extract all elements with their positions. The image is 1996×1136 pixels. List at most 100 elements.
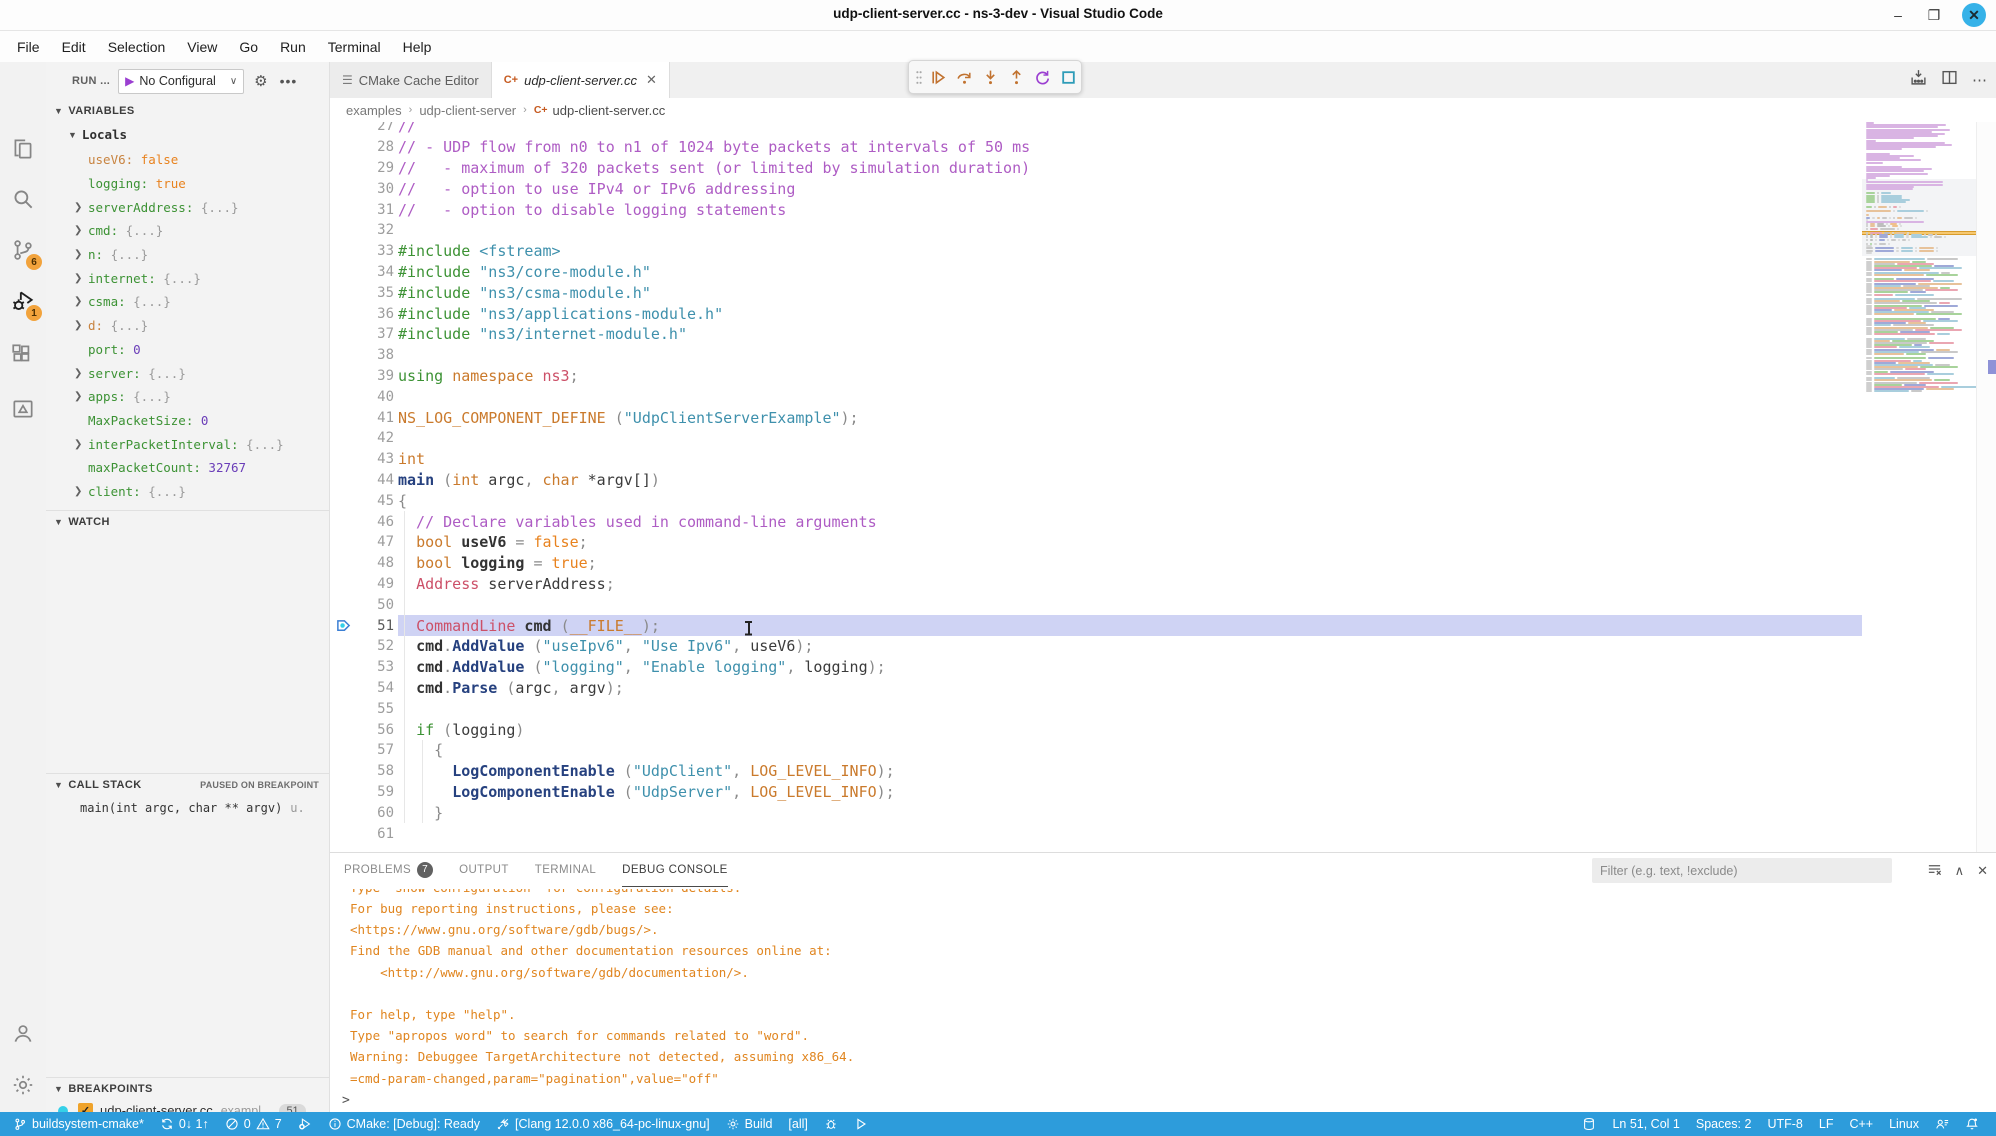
- code-line-27[interactable]: 27//: [330, 122, 1862, 137]
- variable-cmd[interactable]: ❯cmd: {...}: [46, 219, 329, 243]
- breadcrumb-udp-client-server[interactable]: udp-client-server: [419, 103, 516, 118]
- watch-section-header[interactable]: ▼ WATCH: [46, 510, 329, 533]
- code-line-41[interactable]: 41NS_LOG_COMPONENT_DEFINE ("UdpClientSer…: [330, 407, 1862, 428]
- code-line-43[interactable]: 43int: [330, 449, 1862, 470]
- debug-console-output[interactable]: Type "show configuration" for configurat…: [350, 889, 1976, 1089]
- breakpoint-gutter[interactable]: [330, 553, 356, 574]
- code-line-48[interactable]: 48 bool logging = true;: [330, 553, 1862, 574]
- stack-frame[interactable]: main(int argc, char ** argv) u.: [46, 797, 329, 819]
- start-debug-icon[interactable]: ▶: [125, 74, 134, 88]
- launch-config-dropdown[interactable]: ▶ No Configural ∨: [118, 69, 244, 94]
- statusbar-database-indicator[interactable]: [1575, 1112, 1603, 1136]
- expand-chevron-icon[interactable]: ❯: [74, 225, 88, 236]
- statusbar-build-target[interactable]: [all]: [781, 1112, 814, 1136]
- code-line-38[interactable]: 38: [330, 345, 1862, 366]
- breakpoint-gutter[interactable]: [330, 449, 356, 470]
- code-line-50[interactable]: 50: [330, 594, 1862, 615]
- statusbar-scm-status[interactable]: buildsystem-cmake*: [6, 1112, 151, 1136]
- panel-tab-terminal[interactable]: TERMINAL: [535, 853, 596, 887]
- statusbar-language-mode[interactable]: C++: [1842, 1112, 1880, 1136]
- expand-chevron-icon[interactable]: ❯: [74, 296, 88, 307]
- breakpoint-gutter[interactable]: [330, 719, 356, 740]
- install-tray-icon[interactable]: [1910, 69, 1927, 91]
- breakpoint-gutter[interactable]: [330, 761, 356, 782]
- breakpoint-gutter[interactable]: [330, 324, 356, 345]
- variable-interPacketInterval[interactable]: ❯interPacketInterval: {...}: [46, 432, 329, 456]
- statusbar-notifications[interactable]: [1958, 1112, 1986, 1136]
- menu-file[interactable]: File: [6, 35, 51, 59]
- variable-internet[interactable]: ❯internet: {...}: [46, 266, 329, 290]
- code-line-46[interactable]: 46 // Declare variables used in command-…: [330, 511, 1862, 532]
- menu-edit[interactable]: Edit: [51, 35, 97, 59]
- code-line-52[interactable]: 52 cmd.AddValue ("useIpv6", "Use Ipv6", …: [330, 636, 1862, 657]
- minimize-button[interactable]: –: [1886, 3, 1910, 27]
- step-over-button[interactable]: [953, 64, 977, 90]
- expand-chevron-icon[interactable]: ❯: [74, 273, 88, 284]
- code-line-34[interactable]: 34#include "ns3/core-module.h": [330, 262, 1862, 283]
- breakpoint-gutter[interactable]: [330, 407, 356, 428]
- activitybar-settings-gear[interactable]: [0, 1062, 46, 1108]
- expand-chevron-icon[interactable]: ❯: [74, 202, 88, 213]
- breakpoint-gutter[interactable]: [330, 262, 356, 283]
- code-line-58[interactable]: 58 LogComponentEnable ("UdpClient", LOG_…: [330, 761, 1862, 782]
- code-line-42[interactable]: 42: [330, 428, 1862, 449]
- activitybar-source-control[interactable]: 6: [0, 227, 46, 273]
- code-line-28[interactable]: 28// - UDP flow from n0 to n1 of 1024 by…: [330, 137, 1862, 158]
- statusbar-debug-target-bug[interactable]: [817, 1112, 845, 1136]
- code-line-47[interactable]: 47 bool useV6 = false;: [330, 532, 1862, 553]
- expand-chevron-icon[interactable]: ❯: [74, 368, 88, 379]
- variable-server[interactable]: ❯server: {...}: [46, 361, 329, 385]
- variable-csma[interactable]: ❯csma: {...}: [46, 290, 329, 314]
- code-line-51[interactable]: 51 CommandLine cmd (__FILE__);: [330, 615, 1862, 636]
- breakpoint-gutter[interactable]: [330, 199, 356, 220]
- restart-button[interactable]: [1030, 64, 1054, 90]
- activitybar-explorer[interactable]: [0, 126, 46, 172]
- activitybar-extensions[interactable]: [0, 331, 46, 377]
- statusbar-cmake-status[interactable]: CMake: [Debug]: Ready: [321, 1112, 487, 1136]
- breakpoint-gutter[interactable]: [330, 636, 356, 657]
- breakpoint-gutter[interactable]: [330, 303, 356, 324]
- statusbar-debug-status[interactable]: [291, 1112, 319, 1136]
- expand-chevron-icon[interactable]: ❯: [74, 249, 88, 260]
- console-filter-input[interactable]: Filter (e.g. text, !exclude): [1592, 858, 1892, 883]
- variable-apps[interactable]: ❯apps: {...}: [46, 385, 329, 409]
- minimap[interactable]: [1862, 122, 1976, 852]
- breadcrumb-udp-client-server.cc[interactable]: udp-client-server.cc: [553, 103, 666, 118]
- activitybar-search[interactable]: [0, 176, 46, 222]
- statusbar-launch-target-play[interactable]: [847, 1112, 875, 1136]
- code-line-49[interactable]: 49 Address serverAddress;: [330, 574, 1862, 595]
- breakpoint-gutter[interactable]: [330, 282, 356, 303]
- code-line-30[interactable]: 30// - option to use IPv4 or IPv6 addres…: [330, 178, 1862, 199]
- code-line-39[interactable]: 39using namespace ns3;: [330, 366, 1862, 387]
- variable-maxPacketCount[interactable]: maxPacketCount: 32767: [46, 456, 329, 480]
- breakpoint-gutter[interactable]: [330, 698, 356, 719]
- breakpoint-gutter[interactable]: [330, 594, 356, 615]
- paused-breakpoint-icon[interactable]: [330, 615, 356, 636]
- tab-cmake-cache-editor[interactable]: ☰CMake Cache Editor: [330, 62, 492, 98]
- variable-useV6[interactable]: useV6: false: [46, 148, 329, 172]
- statusbar-cursor-position[interactable]: Ln 51, Col 1: [1605, 1112, 1686, 1136]
- statusbar-sync-status[interactable]: 0↓ 1↑: [153, 1112, 216, 1136]
- expand-chevron-icon[interactable]: ❯: [74, 439, 88, 450]
- breakpoint-gutter[interactable]: [330, 137, 356, 158]
- activitybar-cmake-tool[interactable]: [0, 386, 46, 432]
- variable-logging[interactable]: logging: true: [46, 172, 329, 196]
- menu-terminal[interactable]: Terminal: [317, 35, 392, 59]
- variable-serverAddress[interactable]: ❯serverAddress: {...}: [46, 195, 329, 219]
- breakpoints-section-header[interactable]: ▼ BREAKPOINTS: [46, 1077, 329, 1100]
- breakpoint-gutter[interactable]: [330, 802, 356, 823]
- statusbar-eol[interactable]: LF: [1812, 1112, 1841, 1136]
- statusbar-encoding[interactable]: UTF-8: [1760, 1112, 1809, 1136]
- tab-udp-client-server-cc[interactable]: C+udp-client-server.cc✕: [492, 62, 670, 98]
- code-line-35[interactable]: 35#include "ns3/csma-module.h": [330, 282, 1862, 303]
- more-actions-icon[interactable]: •••: [280, 73, 298, 89]
- statusbar-feedback[interactable]: [1928, 1112, 1956, 1136]
- variables-section-header[interactable]: ▼ VARIABLES: [46, 100, 329, 122]
- breakpoint-gutter[interactable]: [330, 511, 356, 532]
- activitybar-run-debug[interactable]: 1: [0, 278, 46, 324]
- panel-tab-output[interactable]: OUTPUT: [459, 853, 509, 887]
- statusbar-os-indicator[interactable]: Linux: [1882, 1112, 1926, 1136]
- statusbar-problems-status[interactable]: 07: [218, 1112, 289, 1136]
- code-line-60[interactable]: 60 }: [330, 802, 1862, 823]
- code-editor[interactable]: 27//28// - UDP flow from n0 to n1 of 102…: [330, 122, 1862, 852]
